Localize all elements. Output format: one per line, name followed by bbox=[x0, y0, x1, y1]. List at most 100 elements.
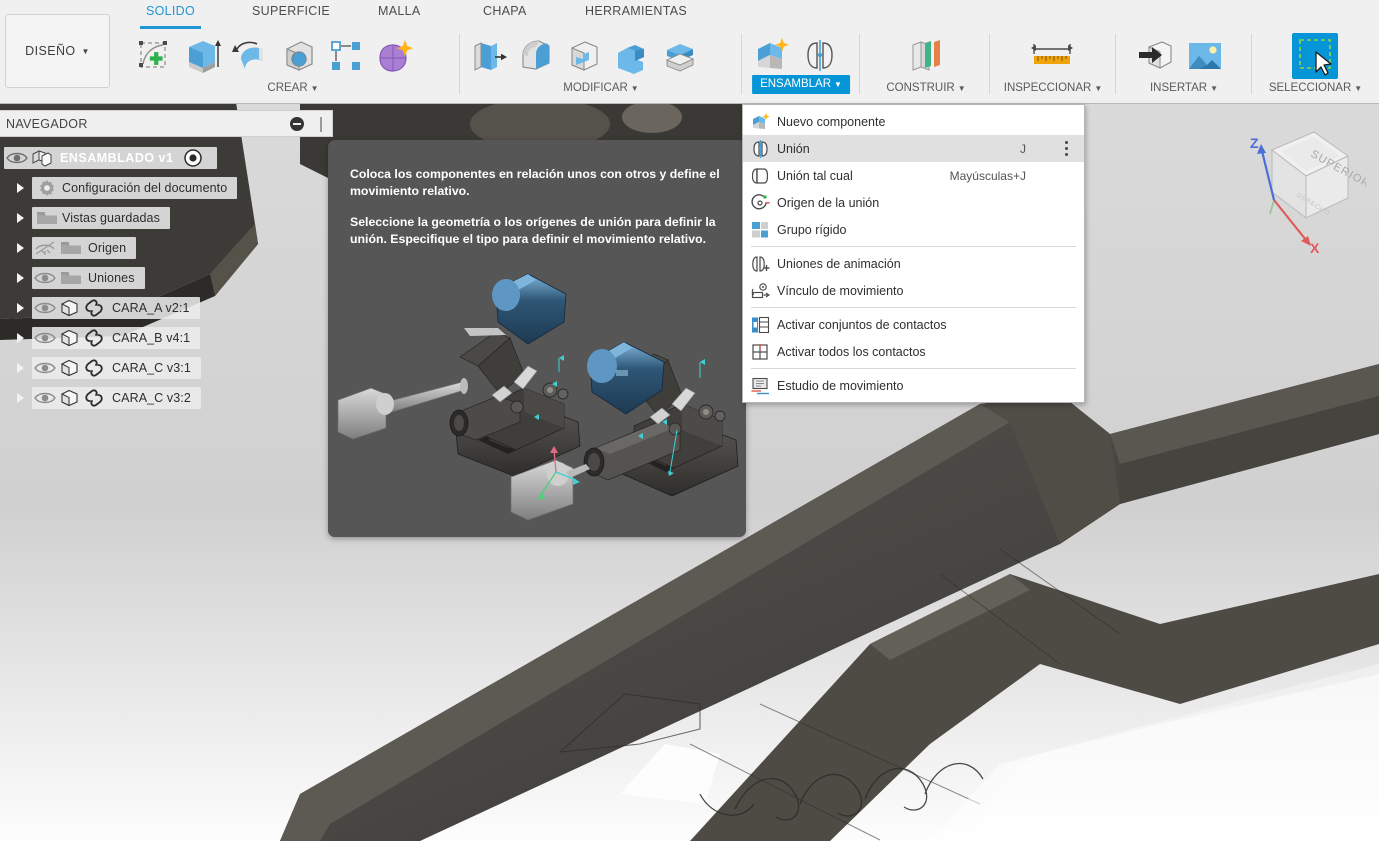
ribbon-group-label-seleccionar[interactable]: SELECCIONAR ▼ bbox=[1252, 82, 1379, 94]
tree-row-joints[interactable]: Uniones bbox=[0, 263, 333, 293]
tree-row-component[interactable]: CARA_C v3:1 bbox=[0, 353, 333, 383]
offset-face-icon[interactable] bbox=[658, 32, 702, 80]
chevron-right-icon[interactable] bbox=[10, 297, 32, 319]
link-icon bbox=[82, 387, 106, 409]
minus-circle-icon[interactable] bbox=[290, 116, 304, 131]
construct-plane-icon[interactable] bbox=[904, 32, 948, 80]
menu-item-label: Estudio de movimiento bbox=[777, 378, 904, 393]
menu-item-activar-conjuntos-de-contactos[interactable]: Activar conjuntos de contactos bbox=[743, 311, 1084, 338]
revolve-icon[interactable] bbox=[228, 32, 272, 80]
eye-visible-icon[interactable] bbox=[32, 267, 58, 289]
extrude-icon[interactable] bbox=[180, 32, 224, 80]
eye-hidden-icon[interactable] bbox=[32, 237, 58, 259]
menu-separator bbox=[751, 368, 1076, 369]
menu-item-grupo-rigido[interactable]: Grupo rígido bbox=[743, 216, 1084, 243]
joint-origin-icon bbox=[749, 193, 773, 213]
eye-visible-icon[interactable] bbox=[32, 327, 58, 349]
assembly-icon bbox=[30, 147, 54, 169]
ribbon-group-label-ensamblar[interactable]: ENSAMBLAR ▼ bbox=[752, 75, 850, 94]
tab-chapa[interactable]: CHAPA bbox=[483, 4, 527, 26]
fillet-icon[interactable] bbox=[514, 32, 558, 80]
tab-malla[interactable]: MALLA bbox=[378, 4, 421, 26]
ensamblar-dropdown-menu: Nuevo componente Unión J Unión tal cual … bbox=[742, 104, 1085, 403]
menu-item-estudio-de-movimiento[interactable]: Estudio de movimiento bbox=[743, 372, 1084, 399]
chevron-right-icon[interactable] bbox=[10, 267, 32, 289]
new-component-icon[interactable] bbox=[750, 32, 794, 80]
viewcube-axis-z-label: Z bbox=[1250, 135, 1259, 151]
ribbon-group-crear: CREAR ▼ bbox=[126, 26, 460, 104]
pattern-icon[interactable] bbox=[324, 32, 368, 80]
ribbon-group-label-modificar[interactable]: MODIFICAR ▼ bbox=[460, 82, 742, 94]
chevron-right-icon[interactable] bbox=[10, 327, 32, 349]
menu-item-label: Nuevo componente bbox=[777, 114, 886, 129]
fusion360-window: SOLIDO SUPERFICIE MALLA CHAPA HERRAMIENT… bbox=[0, 0, 1379, 841]
tree-row-component[interactable]: CARA_B v4:1 bbox=[0, 323, 333, 353]
eye-visible-icon[interactable] bbox=[32, 297, 58, 319]
combine-icon[interactable] bbox=[610, 32, 654, 80]
tooltip-paragraph-1: Coloca los componentes en relación unos … bbox=[350, 167, 720, 198]
eye-visible-icon[interactable] bbox=[32, 387, 58, 409]
insert-canvas-icon[interactable] bbox=[1182, 32, 1226, 80]
view-cube[interactable]: SUPERIOR DERECHO Z X bbox=[1236, 118, 1372, 258]
chevron-down-icon: ▼ bbox=[1354, 84, 1363, 93]
menu-item-nuevo-componente[interactable]: Nuevo componente bbox=[743, 108, 1084, 135]
menu-item-vinculo-de-movimiento[interactable]: Vínculo de movimiento bbox=[743, 277, 1084, 304]
ribbon-group-label-inspeccionar[interactable]: INSPECCIONAR ▼ bbox=[990, 82, 1116, 94]
ribbon-group-label-insertar[interactable]: INSERTAR ▼ bbox=[1116, 82, 1252, 94]
menu-item-union-tal-cual[interactable]: Unión tal cual Mayúsculas+J bbox=[743, 162, 1084, 189]
sweep-hole-icon[interactable] bbox=[276, 32, 320, 80]
tooltip-text: Coloca los componentes en relación unos … bbox=[328, 140, 746, 248]
tree-row-origin[interactable]: Origen bbox=[0, 233, 333, 263]
activate-radio-icon[interactable] bbox=[181, 147, 207, 169]
panel-resize-grip[interactable] bbox=[320, 117, 322, 132]
command-tooltip: Coloca los componentes en relación unos … bbox=[328, 140, 746, 537]
workspace-switcher-button[interactable]: DISEÑO ▼ bbox=[5, 14, 110, 88]
menu-item-uniones-de-animacion[interactable]: Uniones de animación bbox=[743, 250, 1084, 277]
joint-icon bbox=[749, 139, 773, 159]
tree-item-label: Configuración del documento bbox=[62, 181, 228, 195]
shell-icon[interactable] bbox=[562, 32, 606, 80]
joint-icon[interactable] bbox=[798, 32, 842, 80]
menu-separator bbox=[751, 246, 1076, 247]
measure-icon[interactable] bbox=[1030, 32, 1074, 80]
tree-row-component[interactable]: CARA_A v2:1 bbox=[0, 293, 333, 323]
menu-item-origen-de-la-union[interactable]: Origen de la unión bbox=[743, 189, 1084, 216]
chevron-right-icon[interactable] bbox=[10, 207, 32, 229]
chevron-right-icon[interactable] bbox=[10, 177, 32, 199]
tree-item-label: ENSAMBLADO v1 bbox=[60, 151, 174, 165]
insert-derive-icon[interactable] bbox=[1134, 32, 1178, 80]
menu-item-union[interactable]: Unión J bbox=[743, 135, 1084, 162]
tab-solido[interactable]: SOLIDO bbox=[139, 4, 202, 29]
motion-link-icon bbox=[749, 281, 773, 301]
menu-item-activar-todos-los-contactos[interactable]: Activar todos los contactos bbox=[743, 338, 1084, 365]
create-form-icon[interactable] bbox=[372, 32, 416, 80]
eye-visible-icon[interactable] bbox=[4, 147, 30, 169]
ribbon-group-construir: CONSTRUIR ▼ bbox=[862, 26, 990, 104]
tab-herramientas[interactable]: HERRAMIENTAS bbox=[585, 4, 687, 26]
tree-row-component[interactable]: CARA_C v3:2 bbox=[0, 383, 333, 413]
tree-row-document-settings[interactable]: Configuración del documento bbox=[0, 173, 333, 203]
chevron-down-icon: ▼ bbox=[1094, 84, 1103, 93]
group-label-text: ENSAMBLAR bbox=[760, 78, 832, 90]
chevron-right-icon[interactable] bbox=[10, 237, 32, 259]
tooltip-paragraph-2: Seleccione la geometría o los orígenes d… bbox=[350, 214, 716, 246]
ribbon-group-label-construir[interactable]: CONSTRUIR ▼ bbox=[862, 82, 990, 94]
tree-row-saved-views[interactable]: Vistas guardadas bbox=[0, 203, 333, 233]
menu-item-overflow-icon[interactable] bbox=[1065, 141, 1068, 156]
chevron-right-icon[interactable] bbox=[10, 387, 32, 409]
gear-icon bbox=[32, 177, 56, 199]
group-label-text: INSPECCIONAR bbox=[1003, 82, 1092, 94]
eye-visible-icon[interactable] bbox=[32, 357, 58, 379]
menu-item-shortcut: Mayúsculas+J bbox=[949, 168, 1026, 183]
create-sketch-icon[interactable] bbox=[132, 32, 176, 80]
select-window-icon[interactable] bbox=[1292, 33, 1338, 79]
folder-icon bbox=[32, 207, 57, 229]
press-pull-icon[interactable] bbox=[466, 32, 510, 80]
tree-row-assembly[interactable]: ENSAMBLADO v1 bbox=[0, 143, 333, 173]
ribbon-toolbar: SOLIDO SUPERFICIE MALLA CHAPA HERRAMIENT… bbox=[0, 0, 1379, 104]
chevron-right-icon[interactable] bbox=[10, 357, 32, 379]
tab-superficie[interactable]: SUPERFICIE bbox=[252, 4, 330, 26]
ribbon-group-label-crear[interactable]: CREAR ▼ bbox=[126, 82, 460, 94]
menu-item-label: Unión tal cual bbox=[777, 168, 853, 183]
menu-item-label: Vínculo de movimiento bbox=[777, 283, 904, 298]
